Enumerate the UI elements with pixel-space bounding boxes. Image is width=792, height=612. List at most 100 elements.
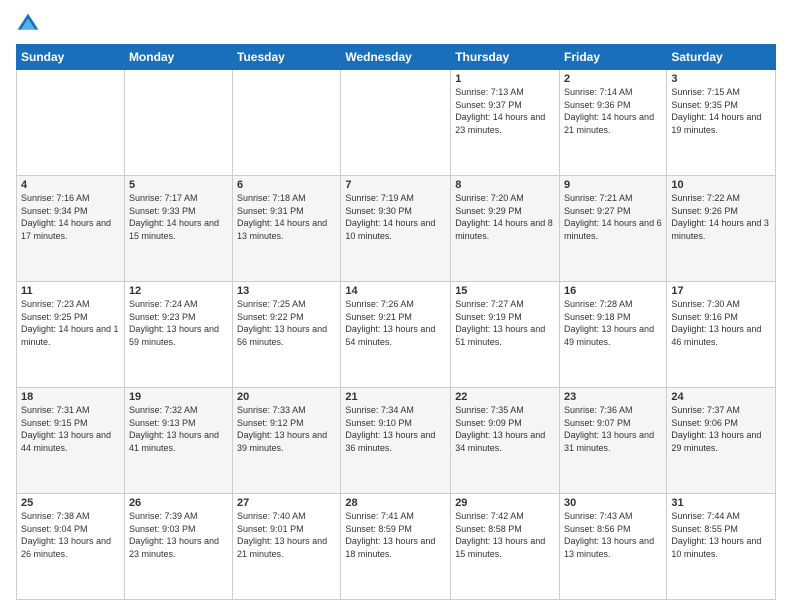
day-number: 18 [21, 391, 120, 403]
day-info: Sunrise: 7:30 AM Sunset: 9:16 PM Dayligh… [671, 298, 771, 348]
day-cell-19: 19Sunrise: 7:32 AM Sunset: 9:13 PM Dayli… [124, 388, 232, 494]
day-info: Sunrise: 7:21 AM Sunset: 9:27 PM Dayligh… [564, 192, 662, 242]
day-cell-18: 18Sunrise: 7:31 AM Sunset: 9:15 PM Dayli… [17, 388, 125, 494]
day-info: Sunrise: 7:34 AM Sunset: 9:10 PM Dayligh… [345, 404, 446, 454]
day-cell-6: 6Sunrise: 7:18 AM Sunset: 9:31 PM Daylig… [233, 176, 341, 282]
calendar-page: SundayMondayTuesdayWednesdayThursdayFrid… [0, 0, 792, 612]
day-number: 14 [345, 285, 446, 297]
page-header [16, 12, 776, 36]
day-number: 17 [671, 285, 771, 297]
weekday-header-friday: Friday [560, 45, 667, 70]
day-info: Sunrise: 7:23 AM Sunset: 9:25 PM Dayligh… [21, 298, 120, 348]
weekday-header-tuesday: Tuesday [233, 45, 341, 70]
day-number: 3 [671, 73, 771, 85]
day-number: 25 [21, 497, 120, 509]
day-info: Sunrise: 7:26 AM Sunset: 9:21 PM Dayligh… [345, 298, 446, 348]
day-info: Sunrise: 7:41 AM Sunset: 8:59 PM Dayligh… [345, 510, 446, 560]
day-number: 7 [345, 179, 446, 191]
day-cell-22: 22Sunrise: 7:35 AM Sunset: 9:09 PM Dayli… [451, 388, 560, 494]
day-number: 6 [237, 179, 336, 191]
day-info: Sunrise: 7:15 AM Sunset: 9:35 PM Dayligh… [671, 86, 771, 136]
day-info: Sunrise: 7:14 AM Sunset: 9:36 PM Dayligh… [564, 86, 662, 136]
day-cell-15: 15Sunrise: 7:27 AM Sunset: 9:19 PM Dayli… [451, 282, 560, 388]
day-info: Sunrise: 7:27 AM Sunset: 9:19 PM Dayligh… [455, 298, 555, 348]
day-cell-20: 20Sunrise: 7:33 AM Sunset: 9:12 PM Dayli… [233, 388, 341, 494]
day-info: Sunrise: 7:39 AM Sunset: 9:03 PM Dayligh… [129, 510, 228, 560]
day-number: 23 [564, 391, 662, 403]
day-cell-26: 26Sunrise: 7:39 AM Sunset: 9:03 PM Dayli… [124, 494, 232, 600]
day-number: 26 [129, 497, 228, 509]
day-cell-21: 21Sunrise: 7:34 AM Sunset: 9:10 PM Dayli… [341, 388, 451, 494]
day-number: 31 [671, 497, 771, 509]
weekday-header-sunday: Sunday [17, 45, 125, 70]
day-number: 13 [237, 285, 336, 297]
weekday-header-wednesday: Wednesday [341, 45, 451, 70]
day-info: Sunrise: 7:18 AM Sunset: 9:31 PM Dayligh… [237, 192, 336, 242]
day-cell-empty [124, 70, 232, 176]
day-number: 10 [671, 179, 771, 191]
day-cell-empty [17, 70, 125, 176]
day-number: 2 [564, 73, 662, 85]
day-cell-9: 9Sunrise: 7:21 AM Sunset: 9:27 PM Daylig… [560, 176, 667, 282]
day-number: 11 [21, 285, 120, 297]
weekday-header-thursday: Thursday [451, 45, 560, 70]
day-number: 1 [455, 73, 555, 85]
day-cell-28: 28Sunrise: 7:41 AM Sunset: 8:59 PM Dayli… [341, 494, 451, 600]
day-cell-30: 30Sunrise: 7:43 AM Sunset: 8:56 PM Dayli… [560, 494, 667, 600]
day-cell-12: 12Sunrise: 7:24 AM Sunset: 9:23 PM Dayli… [124, 282, 232, 388]
day-number: 27 [237, 497, 336, 509]
day-info: Sunrise: 7:31 AM Sunset: 9:15 PM Dayligh… [21, 404, 120, 454]
day-info: Sunrise: 7:22 AM Sunset: 9:26 PM Dayligh… [671, 192, 771, 242]
day-cell-23: 23Sunrise: 7:36 AM Sunset: 9:07 PM Dayli… [560, 388, 667, 494]
day-info: Sunrise: 7:35 AM Sunset: 9:09 PM Dayligh… [455, 404, 555, 454]
day-number: 15 [455, 285, 555, 297]
day-number: 28 [345, 497, 446, 509]
day-number: 19 [129, 391, 228, 403]
day-info: Sunrise: 7:43 AM Sunset: 8:56 PM Dayligh… [564, 510, 662, 560]
week-row-2: 4Sunrise: 7:16 AM Sunset: 9:34 PM Daylig… [17, 176, 776, 282]
day-cell-empty [341, 70, 451, 176]
week-row-5: 25Sunrise: 7:38 AM Sunset: 9:04 PM Dayli… [17, 494, 776, 600]
day-info: Sunrise: 7:42 AM Sunset: 8:58 PM Dayligh… [455, 510, 555, 560]
day-info: Sunrise: 7:33 AM Sunset: 9:12 PM Dayligh… [237, 404, 336, 454]
day-number: 21 [345, 391, 446, 403]
day-number: 24 [671, 391, 771, 403]
week-row-1: 1Sunrise: 7:13 AM Sunset: 9:37 PM Daylig… [17, 70, 776, 176]
logo [16, 12, 44, 36]
day-info: Sunrise: 7:28 AM Sunset: 9:18 PM Dayligh… [564, 298, 662, 348]
week-row-4: 18Sunrise: 7:31 AM Sunset: 9:15 PM Dayli… [17, 388, 776, 494]
day-number: 8 [455, 179, 555, 191]
day-cell-29: 29Sunrise: 7:42 AM Sunset: 8:58 PM Dayli… [451, 494, 560, 600]
day-cell-31: 31Sunrise: 7:44 AM Sunset: 8:55 PM Dayli… [667, 494, 776, 600]
day-cell-7: 7Sunrise: 7:19 AM Sunset: 9:30 PM Daylig… [341, 176, 451, 282]
day-cell-8: 8Sunrise: 7:20 AM Sunset: 9:29 PM Daylig… [451, 176, 560, 282]
day-cell-4: 4Sunrise: 7:16 AM Sunset: 9:34 PM Daylig… [17, 176, 125, 282]
day-number: 20 [237, 391, 336, 403]
day-cell-25: 25Sunrise: 7:38 AM Sunset: 9:04 PM Dayli… [17, 494, 125, 600]
day-number: 5 [129, 179, 228, 191]
day-info: Sunrise: 7:25 AM Sunset: 9:22 PM Dayligh… [237, 298, 336, 348]
day-info: Sunrise: 7:40 AM Sunset: 9:01 PM Dayligh… [237, 510, 336, 560]
day-info: Sunrise: 7:24 AM Sunset: 9:23 PM Dayligh… [129, 298, 228, 348]
calendar-table: SundayMondayTuesdayWednesdayThursdayFrid… [16, 44, 776, 600]
day-number: 9 [564, 179, 662, 191]
day-info: Sunrise: 7:19 AM Sunset: 9:30 PM Dayligh… [345, 192, 446, 242]
day-number: 4 [21, 179, 120, 191]
day-cell-10: 10Sunrise: 7:22 AM Sunset: 9:26 PM Dayli… [667, 176, 776, 282]
day-info: Sunrise: 7:20 AM Sunset: 9:29 PM Dayligh… [455, 192, 555, 242]
day-cell-27: 27Sunrise: 7:40 AM Sunset: 9:01 PM Dayli… [233, 494, 341, 600]
day-number: 30 [564, 497, 662, 509]
day-info: Sunrise: 7:37 AM Sunset: 9:06 PM Dayligh… [671, 404, 771, 454]
day-number: 22 [455, 391, 555, 403]
day-cell-14: 14Sunrise: 7:26 AM Sunset: 9:21 PM Dayli… [341, 282, 451, 388]
day-info: Sunrise: 7:36 AM Sunset: 9:07 PM Dayligh… [564, 404, 662, 454]
day-cell-11: 11Sunrise: 7:23 AM Sunset: 9:25 PM Dayli… [17, 282, 125, 388]
week-row-3: 11Sunrise: 7:23 AM Sunset: 9:25 PM Dayli… [17, 282, 776, 388]
day-info: Sunrise: 7:17 AM Sunset: 9:33 PM Dayligh… [129, 192, 228, 242]
day-cell-1: 1Sunrise: 7:13 AM Sunset: 9:37 PM Daylig… [451, 70, 560, 176]
day-cell-2: 2Sunrise: 7:14 AM Sunset: 9:36 PM Daylig… [560, 70, 667, 176]
day-cell-13: 13Sunrise: 7:25 AM Sunset: 9:22 PM Dayli… [233, 282, 341, 388]
day-info: Sunrise: 7:32 AM Sunset: 9:13 PM Dayligh… [129, 404, 228, 454]
day-number: 16 [564, 285, 662, 297]
day-info: Sunrise: 7:44 AM Sunset: 8:55 PM Dayligh… [671, 510, 771, 560]
